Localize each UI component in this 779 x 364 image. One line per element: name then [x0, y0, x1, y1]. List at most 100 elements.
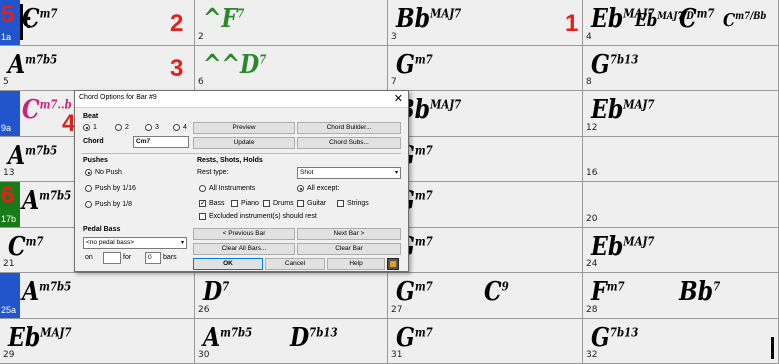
chord-input[interactable]: Cm7 [133, 136, 189, 148]
bar-cell[interactable]: 32 G7b13 [583, 318, 779, 363]
chord-symbol[interactable]: Gm7 [396, 323, 433, 353]
chord-extension: 7b13 [308, 324, 338, 339]
chord-root: C [679, 4, 697, 34]
bar-number: 17b [1, 213, 17, 224]
cancel-button[interactable]: Cancel [265, 258, 325, 270]
chord-label: Chord [83, 138, 104, 145]
bar-cell[interactable]: 15Gm7 [388, 136, 583, 181]
strings-checkbox[interactable] [337, 200, 344, 207]
beat-1-radio[interactable] [83, 124, 90, 131]
bar-cell[interactable]: 1a Cm7 [0, 0, 195, 45]
all-except-radio[interactable] [297, 185, 304, 192]
bar-cell[interactable]: 23Gm7 [388, 227, 583, 272]
all-instruments-radio[interactable] [199, 185, 206, 192]
chord-symbol[interactable]: Cm7 [679, 4, 714, 34]
sheet-row: 25a Am7b5 26 D7 27 Gm7 C9 28 Fm7 Bb7 [0, 273, 779, 319]
chord-symbol[interactable]: G7b13 [591, 50, 638, 80]
chord-symbol[interactable]: Bb7 [679, 277, 720, 307]
chord-symbol[interactable]: BbMAJ7 [396, 4, 461, 34]
clear-all-bars-button[interactable]: Clear All Bars... [193, 243, 295, 255]
bar-cell[interactable]: 5 Am7b5 [0, 45, 195, 90]
chord-symbol[interactable]: ^^D7 [203, 50, 266, 80]
chord-root: D [289, 322, 309, 353]
chord-symbol[interactable]: EbMAJ7 [8, 323, 71, 353]
bar-cell[interactable]: 24 EbMAJ7 [583, 227, 779, 272]
chord-symbol[interactable]: Am7b5 [203, 323, 252, 353]
bar-cell[interactable]: 27 Gm7 C9 [388, 273, 583, 318]
bar-cell[interactable]: 6 ^^D7 [195, 45, 388, 90]
bar-cell[interactable]: 2 ^F7 [195, 0, 388, 45]
bar-cell[interactable]: 3 BbMAJ7 [388, 0, 583, 45]
chord-root: C [723, 10, 736, 31]
previous-bar-button[interactable]: < Previous Bar [193, 228, 295, 240]
chord-symbol[interactable]: Fm7 [591, 277, 625, 307]
beat-4-radio[interactable] [173, 124, 180, 131]
bar-cell[interactable]: 4 EbMAJ7 EbMAJ7/D Cm7 Cm7/Bb [583, 0, 779, 45]
chord-symbol[interactable]: Am7b5 [8, 50, 57, 80]
chord-symbol[interactable]: Am7b5 [8, 141, 57, 171]
bass-checkbox[interactable]: ✓ [199, 200, 206, 207]
rest-type-select[interactable]: Shot ▾ [297, 167, 401, 179]
beat-2-radio[interactable] [115, 124, 122, 131]
chord-extension: m7 [39, 6, 58, 21]
bar-cell[interactable]: 16 [583, 136, 779, 181]
piano-checkbox[interactable] [231, 200, 238, 207]
bar-cell[interactable]: 26 D7 [195, 273, 388, 318]
chord-symbol[interactable]: C9 [484, 277, 509, 307]
drums-checkbox[interactable] [263, 200, 270, 207]
ok-button[interactable]: OK [193, 258, 263, 270]
chord-subs-button[interactable]: Chord Subs... [297, 137, 401, 149]
next-bar-button[interactable]: Next Bar > [297, 228, 401, 240]
chord-symbol[interactable]: D7 [203, 277, 229, 307]
chord-root: A [8, 49, 26, 80]
clear-bar-button[interactable]: Clear Bar [297, 243, 401, 255]
close-icon[interactable]: ✕ [394, 92, 403, 105]
chord-root: F [591, 277, 607, 307]
chord-root: Eb [591, 231, 624, 262]
chord-extension: m7 [414, 279, 433, 294]
no-push-radio[interactable] [85, 169, 92, 176]
pedal-on-input[interactable] [103, 252, 121, 264]
chord-builder-button[interactable]: Chord Builder... [297, 122, 401, 134]
chord-symbol[interactable]: ^F7 [203, 4, 244, 34]
bar-cell[interactable]: 8 G7b13 [583, 45, 779, 90]
preview-button[interactable]: Preview [193, 122, 295, 134]
help-button[interactable]: Help [327, 258, 385, 270]
push-8-label: Push by 1/8 [95, 201, 132, 208]
excluded-rest-label: Excluded instrument(s) should rest [209, 213, 317, 220]
beat-3-radio[interactable] [145, 124, 152, 131]
bar-cell[interactable]: 29 EbMAJ7 [0, 318, 195, 363]
chord-symbol[interactable]: Am7b5 [22, 277, 71, 307]
chord-symbol[interactable]: Cm7/Bb [723, 10, 766, 31]
update-button[interactable]: Update [193, 137, 295, 149]
bar-cell[interactable]: 31 Gm7 [388, 318, 583, 363]
bar-cell[interactable]: 12 EbMAJ7 [583, 91, 779, 136]
push-8-radio[interactable] [85, 201, 92, 208]
bar-cell[interactable]: 19Gm7 [388, 182, 583, 227]
chord-symbol[interactable]: Am7b5 [22, 186, 71, 216]
chord-symbol[interactable]: EbMAJ7 [591, 95, 654, 125]
pedal-bass-select[interactable]: <no pedal bass> ▾ [83, 237, 187, 249]
bar-cell[interactable]: 7 Gm7 [388, 45, 583, 90]
chord-symbol[interactable]: Cm7 [22, 4, 57, 34]
dialog-titlebar[interactable]: Chord Options for Bar #9 ✕ [75, 91, 408, 108]
annotation-number: 3 [170, 55, 184, 82]
guitar-checkbox[interactable] [297, 200, 304, 207]
chord-symbol[interactable]: Gm7 [396, 50, 433, 80]
bar-cell[interactable]: 20 [583, 182, 779, 227]
bar-cell[interactable]: 11BbMAJ7 [388, 91, 583, 136]
chord-symbol[interactable]: Gm7 [396, 277, 433, 307]
bar-cell[interactable]: 25a Am7b5 [0, 273, 195, 318]
excluded-rest-checkbox[interactable] [199, 213, 206, 220]
chord-symbol[interactable]: Cm7 [8, 232, 43, 262]
push-16-radio[interactable] [85, 185, 92, 192]
chord-symbol[interactable]: EbMAJ7 [591, 232, 654, 262]
chord-extension: MAJ7 [430, 6, 462, 21]
chord-symbol[interactable]: D7b13 [290, 323, 338, 353]
annotation-number: 5 [1, 1, 15, 28]
bar-cell[interactable]: 28 Fm7 Bb7 [583, 273, 779, 318]
chord-root: A [8, 140, 26, 171]
chord-symbol[interactable]: G7b13 [591, 323, 638, 353]
pedal-bars-input[interactable]: 0 [145, 252, 161, 264]
bar-cell[interactable]: 30 Am7b5 D7b13 [195, 318, 388, 363]
